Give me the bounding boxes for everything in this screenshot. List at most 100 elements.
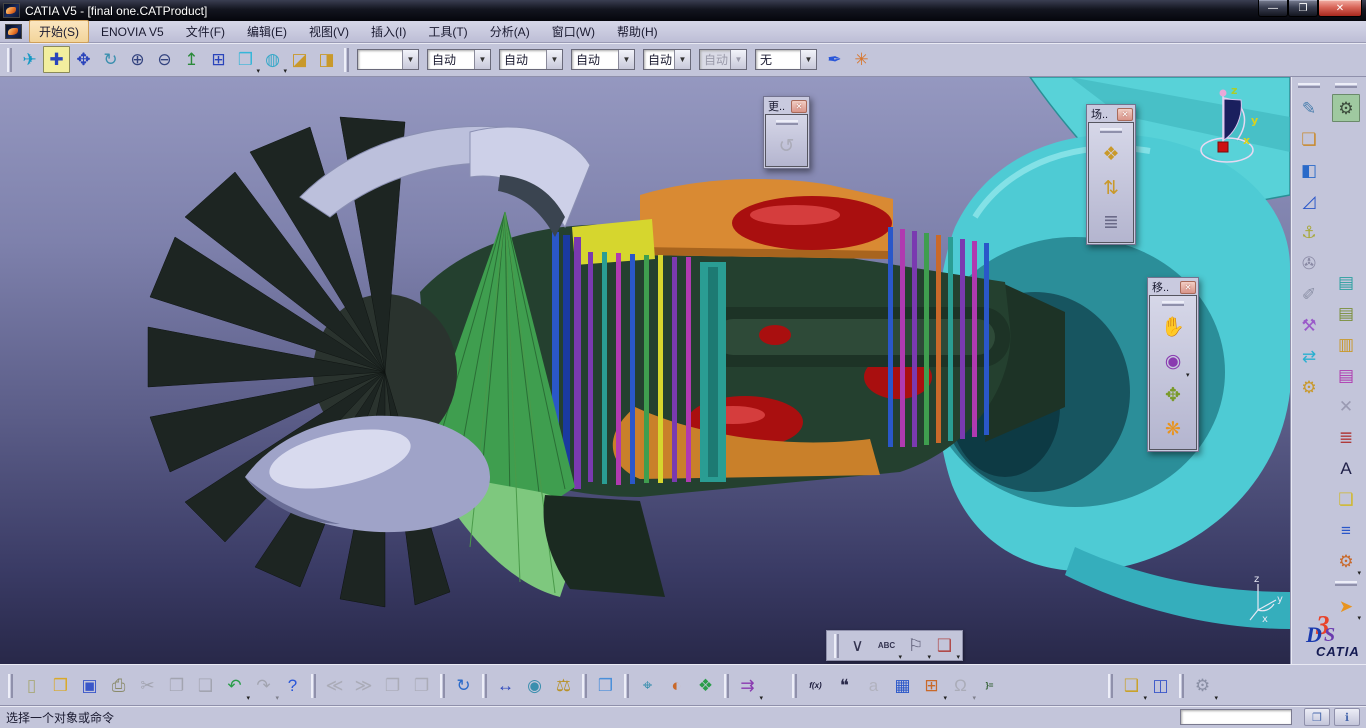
- export-document-icon[interactable]: ▥: [1332, 330, 1360, 358]
- update-gears-icon[interactable]: ⚙: [1295, 373, 1323, 401]
- hide-show-swap-icon[interactable]: ◫: [1146, 671, 1175, 700]
- move-toolbar-titlebar[interactable]: 移.. ✕: [1149, 279, 1197, 295]
- toolbar-handle[interactable]: [1179, 673, 1184, 698]
- knowledge-gear-n-icon[interactable]: ⚙ ▾: [1332, 547, 1361, 578]
- render-sphere-icon[interactable]: ◐: [662, 671, 691, 700]
- render-style-icon[interactable]: ◍ ▾: [259, 46, 287, 75]
- open-folder-icon[interactable]: ❒: [46, 671, 75, 700]
- undo-icon[interactable]: ↶ ▾: [220, 671, 250, 702]
- iso-view-icon[interactable]: ❒ ▾: [232, 46, 260, 75]
- doc-window-button[interactable]: ❐: [1304, 708, 1330, 726]
- enhanced-scene-icon[interactable]: ❖: [1096, 139, 1127, 170]
- dropdown-caret-icon[interactable]: ▾: [759, 694, 763, 702]
- publication-key-icon[interactable]: ❑ ▾: [1117, 671, 1147, 702]
- flag-note-icon[interactable]: ⚐ ▾: [901, 632, 931, 661]
- swap-visible-space-icon[interactable]: ◨: [313, 46, 340, 73]
- import-document-icon[interactable]: ▤: [1332, 361, 1360, 389]
- rotate-icon[interactable]: ↻: [97, 46, 124, 73]
- update-floating-toolbar[interactable]: 更.. ✕ ↺: [763, 96, 810, 169]
- product-knowledge-icon[interactable]: ⊞ ▾: [917, 671, 947, 702]
- menu-window[interactable]: 窗口(W): [542, 20, 605, 43]
- comment-icon[interactable]: ❝: [830, 671, 859, 700]
- wizard-icon[interactable]: ✳: [848, 46, 875, 73]
- command-input[interactable]: [1180, 709, 1292, 725]
- scene-toolbar-titlebar[interactable]: 场.. ✕: [1088, 106, 1134, 122]
- paste-icon[interactable]: ❑: [191, 671, 220, 700]
- chevron-down-icon[interactable]: ▼: [402, 50, 418, 69]
- menu-tools[interactable]: 工具(T): [418, 20, 477, 43]
- knowledge-inspector-icon[interactable]: ⚙ ▾: [1188, 671, 1218, 702]
- design-table-icon[interactable]: ▦: [888, 671, 917, 700]
- scene-floating-toolbar[interactable]: 场.. ✕ ❖ ⇅ ≣: [1086, 104, 1136, 245]
- point-symbol-combo[interactable]: 自动 ▼: [643, 49, 691, 70]
- compass[interactable]: z y x: [1193, 82, 1273, 170]
- menu-insert[interactable]: 插入(I): [361, 20, 416, 43]
- measure-item-icon[interactable]: ◉: [520, 671, 549, 700]
- toolbar-handle[interactable]: [1335, 83, 1357, 88]
- toolbar-handle[interactable]: [724, 673, 729, 698]
- equivalent-dimensions-icon[interactable]: }=: [975, 671, 1004, 700]
- minimize-button[interactable]: —: [1258, 0, 1288, 17]
- hide-show-icon[interactable]: ◪: [286, 46, 313, 73]
- chevron-down-icon[interactable]: ▼: [674, 50, 690, 69]
- camera-prev-icon[interactable]: ❐: [378, 671, 407, 700]
- zoom-in-icon[interactable]: ⊕: [124, 46, 151, 73]
- opacity-combo[interactable]: 自动 ▼: [427, 49, 491, 70]
- multi-view-icon[interactable]: ⊞: [205, 46, 232, 73]
- menu-file[interactable]: 文件(F): [176, 20, 235, 43]
- window-layout-icon[interactable]: ❏: [1332, 485, 1360, 513]
- toolbar-handle[interactable]: [7, 47, 12, 72]
- annotation-3d-icon[interactable]: ❑ ▾: [930, 632, 960, 661]
- clash-analysis-icon[interactable]: ❒: [591, 671, 620, 700]
- menu-start[interactable]: 开始(S): [29, 20, 89, 43]
- chevron-down-icon[interactable]: ▼: [618, 50, 634, 69]
- menu-view[interactable]: 视图(V): [299, 20, 359, 43]
- dropdown-caret-icon[interactable]: ▾: [1186, 371, 1190, 379]
- reorder-tree-icon[interactable]: ≣: [1332, 423, 1360, 451]
- explode-icon[interactable]: ✥: [1158, 380, 1189, 411]
- dropdown-caret-icon[interactable]: ▾: [1214, 694, 1218, 702]
- toolbar-handle[interactable]: [1100, 128, 1122, 133]
- measure-between-icon[interactable]: ↔: [491, 671, 520, 700]
- toolbar-handle[interactable]: [8, 673, 13, 698]
- whats-this-icon[interactable]: ?: [278, 671, 307, 700]
- title-bar[interactable]: CATIA V5 - [final one.CATProduct] — ❐ ✕: [0, 0, 1366, 21]
- update-icon[interactable]: ↺: [771, 131, 802, 162]
- toolbar-handle[interactable]: [344, 47, 349, 72]
- enhanced-scene-bottom-icon[interactable]: ⌖: [633, 671, 662, 700]
- menu-analyze[interactable]: 分析(A): [480, 20, 540, 43]
- toolbar-handle[interactable]: [834, 633, 839, 658]
- product-structure-icon[interactable]: ≡: [1332, 516, 1360, 544]
- menu-edit[interactable]: 编辑(E): [237, 20, 297, 43]
- fly-back-icon[interactable]: ≪: [320, 671, 349, 700]
- toolbar-handle[interactable]: [1108, 673, 1113, 698]
- scene-browser-icon[interactable]: ≣: [1096, 207, 1127, 238]
- manipulate-icon[interactable]: ✋: [1158, 312, 1189, 343]
- apply-material-icon[interactable]: ❖: [691, 671, 720, 700]
- restore-button[interactable]: ❐: [1288, 0, 1318, 17]
- fit-all-icon[interactable]: ✚: [43, 46, 70, 73]
- swap-update-arrows-icon[interactable]: ⇄: [1295, 342, 1323, 370]
- fly-forward-icon[interactable]: ≫: [349, 671, 378, 700]
- toolbar-handle[interactable]: [1162, 301, 1184, 306]
- weld-symbol-icon[interactable]: ∨: [843, 632, 872, 659]
- sectioning-box-icon[interactable]: ❏: [1295, 125, 1323, 153]
- dmu-review-pen-icon[interactable]: ✎: [1295, 94, 1323, 122]
- catalog-icon[interactable]: a: [859, 671, 888, 700]
- toolbar-handle[interactable]: [624, 673, 629, 698]
- normal-view-icon[interactable]: ↥: [178, 46, 205, 73]
- toolbar-handle[interactable]: [440, 673, 445, 698]
- toolbar-handle[interactable]: [775, 120, 798, 125]
- fasteners-icon[interactable]: ⚒: [1295, 311, 1323, 339]
- new-document-icon[interactable]: ▯: [17, 671, 46, 700]
- text-leader-icon[interactable]: ABC ▾: [872, 632, 902, 661]
- zoom-out-icon[interactable]: ⊖: [151, 46, 178, 73]
- redo-icon[interactable]: ↷ ▾: [249, 671, 279, 702]
- apply-scene-icon[interactable]: ⇅: [1096, 173, 1127, 204]
- clash-stop-manipulate-icon[interactable]: ❋: [1158, 414, 1189, 445]
- measure-setsquare-icon[interactable]: ◿: [1295, 187, 1323, 215]
- lock-icon[interactable]: Ω ▾: [946, 671, 976, 702]
- pan-icon[interactable]: ✥: [70, 46, 97, 73]
- new-from-document-icon[interactable]: ▤: [1332, 268, 1360, 296]
- fly-mode-icon[interactable]: ✈: [16, 46, 43, 73]
